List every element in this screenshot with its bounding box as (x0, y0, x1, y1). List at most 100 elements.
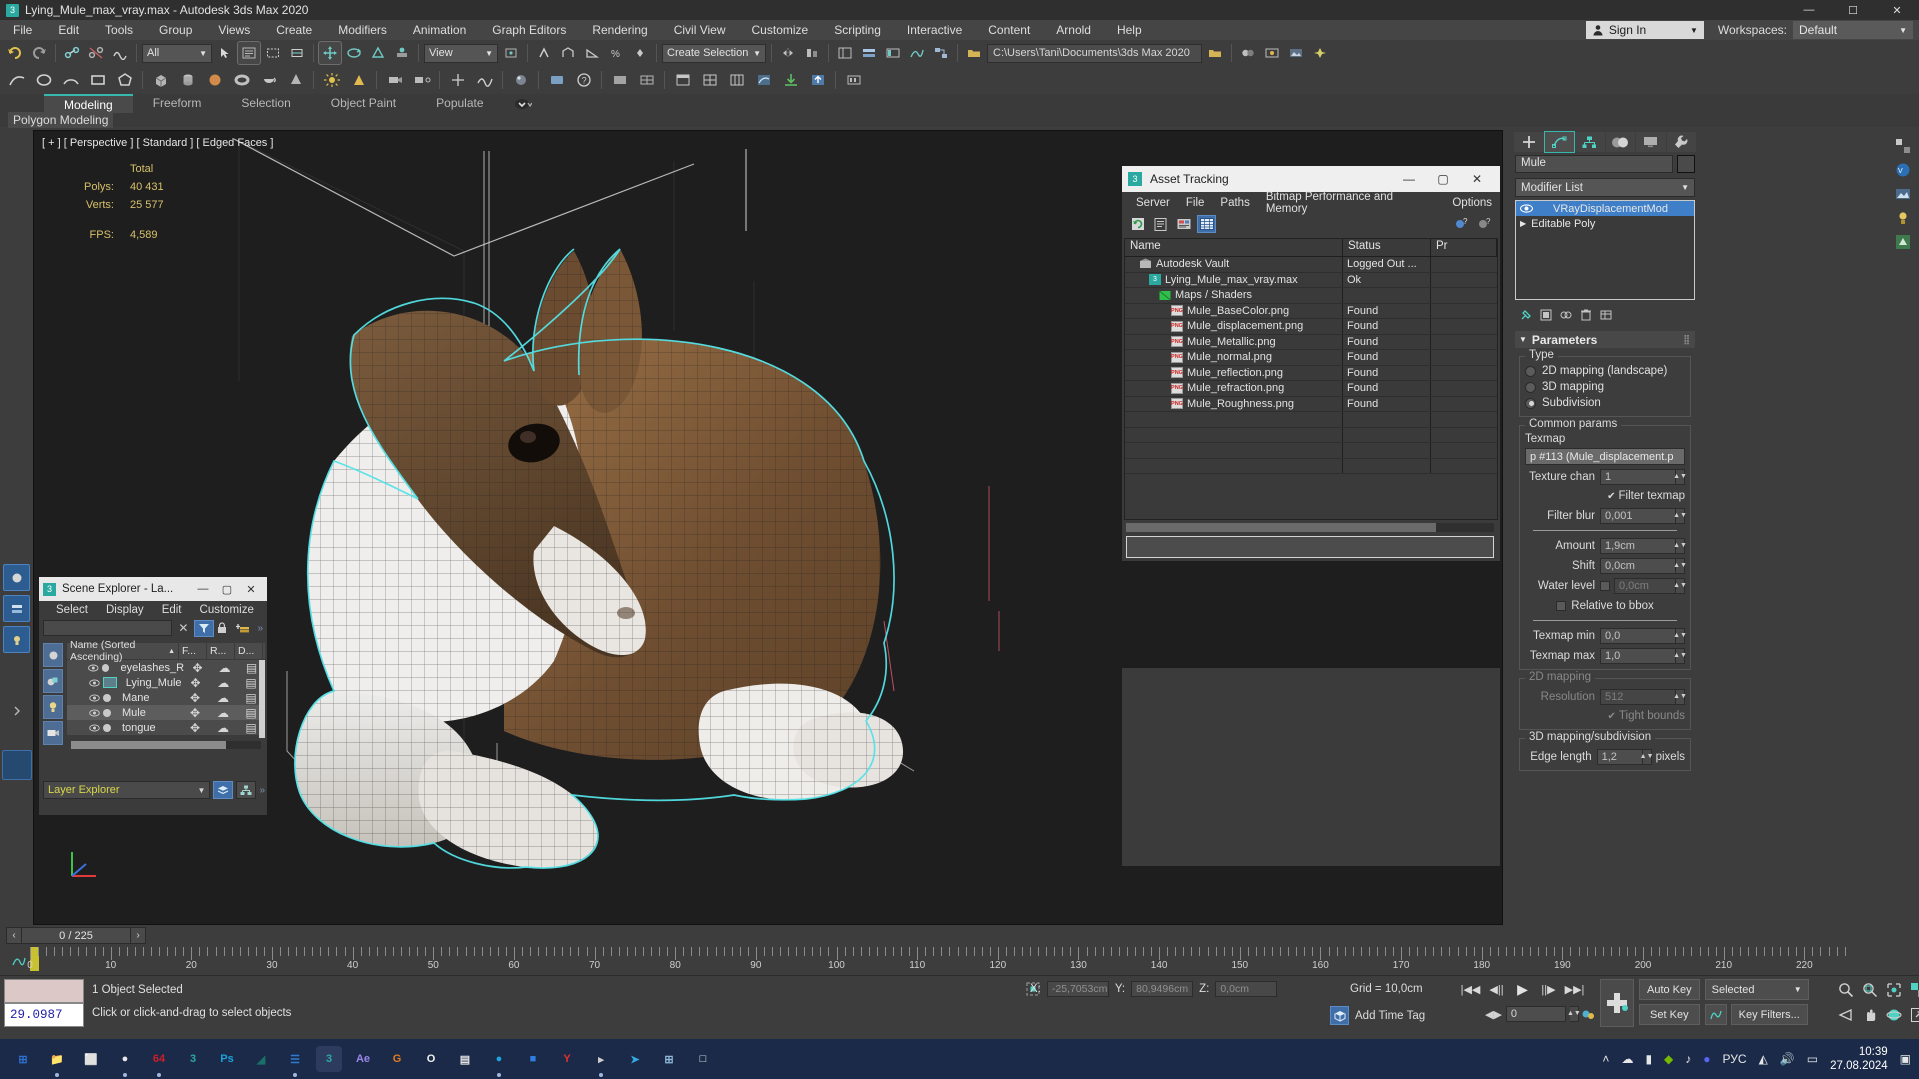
undo-icon[interactable] (4, 42, 26, 64)
asset-tracking-path-field[interactable] (1126, 536, 1494, 558)
menu-civil-view[interactable]: Civil View (661, 20, 739, 40)
photoshop-icon[interactable]: Ps (214, 1046, 240, 1072)
rail-viewcube-icon[interactable] (1, 750, 32, 780)
previous-frame-button[interactable]: ◀|| (1486, 980, 1507, 999)
se-menu-customize[interactable]: Customize (191, 604, 263, 616)
select-by-name-icon[interactable] (237, 41, 261, 65)
go-to-end-button[interactable]: ▶▶| (1564, 980, 1585, 999)
select-and-scale-icon[interactable] (367, 42, 389, 64)
column-frozen[interactable]: F... (179, 643, 207, 659)
camera-icon[interactable] (382, 68, 407, 93)
use-pivot-point-center-icon[interactable] (500, 42, 522, 64)
utilities-tab[interactable] (1666, 132, 1696, 152)
frame-arrows-icon[interactable]: ◀▶ (1485, 1008, 1502, 1021)
layout-single-icon[interactable] (670, 68, 695, 93)
texmap-max-spinner[interactable]: ▲▼ (1673, 647, 1687, 664)
filter-icon[interactable] (194, 619, 215, 637)
layout-columns-icon[interactable] (724, 68, 749, 93)
freeze-icon[interactable]: ✥ (181, 691, 209, 705)
ribbon-overflow-icon[interactable] (504, 94, 542, 113)
pin-stack-icon[interactable] (1518, 307, 1534, 323)
selection-filter-select[interactable]: All ▼ (142, 43, 212, 63)
hierarchy-view-icon[interactable] (236, 781, 257, 799)
strip-path-help-icon[interactable]: ? (1475, 215, 1494, 233)
workspace-select[interactable]: Default ▼ (1793, 21, 1913, 39)
toggle-ribbon-icon[interactable] (882, 42, 904, 64)
menu-views[interactable]: Views (205, 20, 263, 40)
ribbon-tab-freeform[interactable]: Freeform (133, 94, 222, 113)
asset-tracking-close[interactable]: ✕ (1460, 172, 1494, 186)
timeline-ruler[interactable]: 0 10 20 30 40 50 60 70 80 90 100 110 120 130 140 150 160… (27, 947, 1910, 973)
filter-shapes-icon[interactable] (43, 669, 63, 693)
arc-tool-icon[interactable] (58, 68, 83, 93)
aftereffects-icon[interactable]: Ae (350, 1046, 376, 1072)
parameters-rollout-header[interactable]: ▼ Parameters ⣿ (1515, 331, 1695, 348)
eye-icon[interactable] (89, 694, 100, 702)
scene-converter-icon[interactable] (1895, 138, 1913, 156)
menu-tools[interactable]: Tools (92, 20, 146, 40)
notification-center-icon[interactable]: ▣ (1900, 1052, 1911, 1066)
make-unique-icon[interactable] (1558, 307, 1574, 323)
list-item[interactable]: tongue ✥ ☁ ▤ (67, 720, 265, 735)
teapot-primitive-icon[interactable] (256, 68, 281, 93)
key-mode-toggle-icon[interactable] (1580, 1006, 1596, 1022)
field-of-view-icon[interactable] (1835, 1004, 1856, 1026)
vray-asset-editor-icon[interactable] (1895, 234, 1913, 252)
table-row[interactable] (1125, 427, 1497, 443)
edge-icon[interactable]: ● (486, 1046, 512, 1077)
table-row[interactable]: PNG Mule_refraction.png Found (1125, 381, 1497, 397)
list-item[interactable]: Mane ✥ ☁ ▤ (67, 690, 265, 705)
project-path-field[interactable]: C:\Users\Tani\Documents\3ds Max 2020 (987, 43, 1202, 63)
texmap-min-spinner[interactable]: ▲▼ (1673, 627, 1687, 644)
column-render[interactable]: R... (207, 643, 235, 659)
clear-search-icon[interactable]: ✕ (175, 621, 191, 635)
remove-modifier-icon[interactable] (1578, 307, 1594, 323)
grid-view-icon[interactable] (1197, 215, 1216, 233)
asset-tracking-maximize[interactable]: ▢ (1426, 172, 1460, 186)
paths-view-icon[interactable] (1174, 215, 1193, 233)
freeze-icon[interactable]: ✥ (181, 721, 209, 735)
table-row[interactable]: Autodesk Vault Logged Out ... (1125, 257, 1497, 273)
amount-spinner[interactable]: ▲▼ (1673, 537, 1687, 554)
water-level-spinner[interactable]: ▲▼ (1673, 577, 1687, 594)
rail-light-icon[interactable] (3, 626, 30, 653)
rendered-frame-window-icon[interactable] (1285, 42, 1307, 64)
percent-snap-icon[interactable]: % (605, 42, 627, 64)
texmap-max-value[interactable]: 1,0 (1600, 647, 1676, 664)
dope-sheet-icon[interactable] (841, 68, 866, 93)
menu-content[interactable]: Content (975, 20, 1043, 40)
render-teapot-icon[interactable]: ☁ (211, 661, 238, 675)
ribbon-subtab-polygon-modeling[interactable]: Polygon Modeling (8, 112, 114, 128)
list-view-icon[interactable] (1151, 215, 1170, 233)
select-object-icon[interactable] (214, 42, 236, 64)
menu-group[interactable]: Group (146, 20, 205, 40)
se-menu-select[interactable]: Select (47, 604, 97, 616)
go-to-start-button[interactable]: |◀◀ (1460, 980, 1481, 999)
yandex-icon[interactable]: Y (554, 1046, 580, 1072)
auto-key-button[interactable]: Auto Key (1639, 979, 1700, 1000)
zoom-extents-all-icon[interactable] (1907, 979, 1919, 1001)
save-icon[interactable]: ▤ (452, 1046, 478, 1072)
zoom-all-icon[interactable] (1859, 979, 1880, 1001)
key-filters-button[interactable]: Key Filters... (1730, 1004, 1808, 1025)
file-explorer-icon[interactable]: 📁 (44, 1046, 70, 1077)
opera-icon[interactable]: O (418, 1046, 444, 1072)
menu-animation[interactable]: Animation (400, 20, 479, 40)
filter-lights-icon[interactable] (43, 695, 63, 719)
frame-display[interactable]: 0 / 225 (22, 927, 130, 944)
menu-interactive[interactable]: Interactive (894, 20, 975, 40)
ribbon-tab-selection[interactable]: Selection (221, 94, 310, 113)
angle-snap-icon[interactable] (581, 42, 603, 64)
collapse-triangle-icon[interactable]: ▼ (1519, 335, 1527, 344)
onedrive-icon[interactable]: ☁ (1621, 1052, 1633, 1066)
select-and-manipulate-icon[interactable] (533, 42, 555, 64)
maximize-button[interactable]: ☐ (1831, 0, 1875, 20)
battery-tray-icon[interactable]: ▮ (1645, 1052, 1652, 1066)
curve-editor2-icon[interactable] (751, 68, 776, 93)
bitwarden-icon[interactable]: ■ (520, 1046, 546, 1072)
ribbon-tab-populate[interactable]: Populate (416, 94, 503, 113)
browse-project-icon[interactable] (1204, 42, 1226, 64)
start-icon[interactable]: ⊞ (10, 1046, 36, 1072)
table-row[interactable]: PNG Mule_reflection.png Found (1125, 365, 1497, 381)
asset-tracking-minimize[interactable]: — (1392, 172, 1426, 186)
